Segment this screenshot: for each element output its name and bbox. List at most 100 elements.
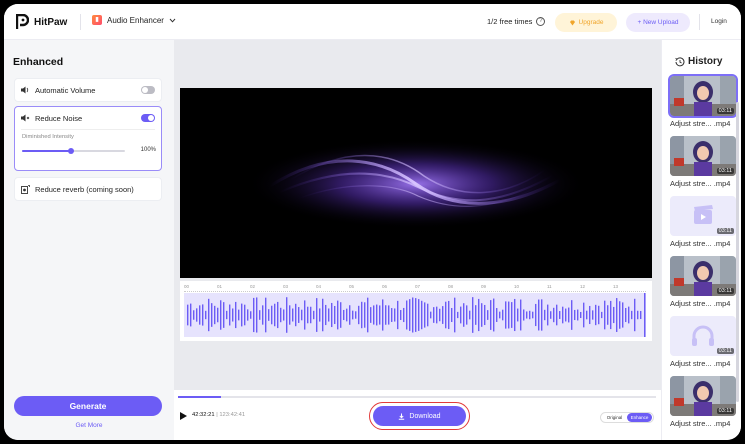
- waveform-editor[interactable]: 00 01 02 03 04 05 06 07 08 09 10 11 12 13: [180, 281, 652, 341]
- waveform-bar: [322, 298, 324, 332]
- waveform-bar: [283, 309, 285, 321]
- history-thumbnail[interactable]: 03:11: [670, 196, 736, 236]
- waveform-bar: [544, 309, 546, 321]
- waveform-bar: [559, 311, 561, 319]
- slider-track[interactable]: [22, 148, 125, 154]
- waveform-bar: [535, 303, 537, 327]
- waveform-bar: [541, 299, 543, 331]
- history-item[interactable]: 03:11 Adjust stre... .mp4: [670, 196, 736, 248]
- play-icon[interactable]: [180, 412, 187, 420]
- waveform-bar: [430, 311, 432, 319]
- original-tab[interactable]: Original: [602, 413, 627, 422]
- history-item[interactable]: 03:11 Adjust stre... .mp4: [670, 376, 736, 428]
- waveform-bar: [214, 305, 216, 325]
- waveform-bar: [589, 305, 591, 325]
- history-thumbnail[interactable]: 03:11: [670, 256, 736, 296]
- ruler-tick-label: 05: [349, 284, 355, 289]
- option-automatic-volume[interactable]: Automatic Volume: [14, 78, 162, 102]
- help-icon[interactable]: ?: [536, 17, 546, 26]
- option-label: Reduce Noise: [35, 113, 83, 123]
- waveform-bar: [229, 304, 231, 326]
- waveform-bar: [421, 300, 423, 330]
- waveform-bar: [415, 298, 417, 332]
- waveform-bar: [577, 309, 579, 321]
- history-item[interactable]: 03:11 Adjust stre... .mp4: [670, 136, 736, 188]
- waveform-bar: [622, 302, 624, 328]
- diamond-icon: [569, 20, 575, 25]
- waveform-bar: [568, 307, 570, 323]
- waveform-bar: [253, 297, 255, 333]
- generate-button[interactable]: Generate: [14, 396, 162, 416]
- waveform-bar: [208, 298, 210, 332]
- waveform-area[interactable]: [184, 293, 646, 337]
- waveform-bar: [631, 310, 633, 320]
- waveform-bar: [634, 298, 636, 332]
- get-more-link[interactable]: Get More: [4, 422, 174, 429]
- ruler-tick-label: 12: [580, 284, 586, 289]
- login-button[interactable]: Login: [711, 18, 727, 25]
- waveform-bar: [268, 309, 270, 321]
- enhance-tab[interactable]: Enhance: [627, 413, 652, 422]
- slider-handle[interactable]: [68, 148, 75, 154]
- ruler-tick-label: 07: [415, 284, 421, 289]
- video-preview[interactable]: [180, 88, 652, 278]
- waveform-bar: [235, 301, 237, 329]
- waveform-bar: [328, 308, 330, 322]
- waveform-bar: [556, 304, 558, 326]
- waveform-bar: [397, 300, 399, 330]
- option-reduce-noise[interactable]: Reduce Noise Diminished Intensity 100%: [14, 106, 162, 171]
- waveform-bar: [499, 311, 501, 319]
- new-upload-label: + New Upload: [637, 19, 679, 26]
- waveform-bar: [460, 306, 462, 324]
- waveform-bar: [334, 305, 336, 325]
- waveform-bar: [292, 308, 294, 322]
- waveform-bar: [400, 310, 402, 320]
- enhance-panel: Enhanced Automatic Volume Reduce Noise D…: [4, 40, 174, 440]
- ruler-tick-label: 04: [316, 284, 322, 289]
- waveform-bar: [349, 305, 351, 325]
- history-item-name: Adjust stre... .mp4: [670, 179, 731, 188]
- upgrade-button[interactable]: Upgrade: [555, 13, 617, 32]
- waveform-bar: [550, 311, 552, 319]
- waveform-bar: [256, 297, 258, 333]
- download-button[interactable]: Download: [369, 402, 470, 430]
- upgrade-label: Upgrade: [578, 19, 604, 26]
- duration-badge: 03:11: [716, 108, 734, 114]
- intensity-slider[interactable]: 100%: [22, 146, 156, 156]
- playhead[interactable]: [644, 293, 646, 337]
- history-thumbnail[interactable]: 03:11: [668, 74, 738, 118]
- waveform-bar: [355, 311, 357, 319]
- waveform-bar: [496, 308, 498, 322]
- waveform-bar: [454, 297, 456, 333]
- history-item[interactable]: 03:11 Adjust stre... .mp4: [668, 74, 738, 128]
- history-thumbnail[interactable]: 03:11: [670, 136, 736, 176]
- product-selector[interactable]: ▮ Audio Enhancer: [92, 15, 176, 25]
- waveform-bar: [526, 311, 528, 319]
- history-thumbnail[interactable]: 03:11: [670, 316, 736, 356]
- history-item[interactable]: 03:11 Adjust stre... .mp4: [670, 256, 736, 308]
- playback-progress[interactable]: [178, 396, 656, 398]
- waveform-bar: [373, 305, 375, 325]
- reduce-noise-toggle[interactable]: [141, 114, 155, 122]
- waveform-bar: [391, 308, 393, 322]
- waveform-bar: [640, 310, 642, 320]
- option-reduce-reverb[interactable]: Reduce reverb (coming soon): [14, 177, 162, 201]
- waveform-bar: [523, 309, 525, 321]
- history-scrollbar[interactable]: [736, 102, 739, 402]
- current-time: 42:32:21: [192, 412, 215, 418]
- waveform-bar: [490, 300, 492, 330]
- waveform-bar: [601, 311, 603, 319]
- new-upload-button[interactable]: + New Upload: [626, 13, 690, 32]
- waveform-bar: [394, 308, 396, 322]
- history-thumbnail[interactable]: 03:11: [670, 376, 736, 416]
- brand-name: HitPaw: [34, 16, 68, 28]
- ruler-tick-label: 09: [481, 284, 487, 289]
- waveform-bar: [403, 307, 405, 323]
- audio-visualization-image: [246, 139, 586, 229]
- time-display: 42:32:21 | 123:42:41: [192, 412, 245, 418]
- waveform-bar: [223, 302, 225, 328]
- hitpaw-logo-icon: [16, 14, 29, 29]
- waveform-bar: [514, 298, 516, 332]
- automatic-volume-toggle[interactable]: [141, 86, 155, 94]
- history-item[interactable]: 03:11 Adjust stre... .mp4: [670, 316, 736, 368]
